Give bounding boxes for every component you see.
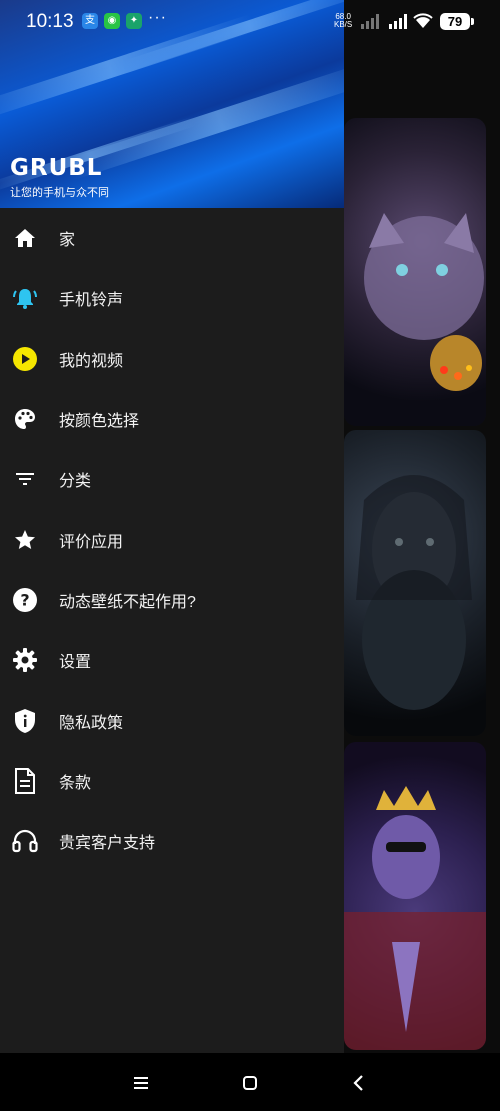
network-speed: 68.0 KB/S <box>334 13 352 29</box>
brand-logo: GRUBL <box>10 155 103 181</box>
menu-item-label: 评价应用 <box>59 533 124 551</box>
king-wallpaper-art <box>344 786 486 1050</box>
alipay-icon: 支 <box>82 13 98 29</box>
help-circle-icon: ? <box>12 587 38 613</box>
menu-item-ringtones[interactable]: 手机铃声 <box>0 268 344 328</box>
status-bar: 10:13 支 ◉ ✦ ··· 68.0 KB/S 79 <box>0 0 500 44</box>
home-icon <box>12 225 38 251</box>
signal-sim1-icon <box>389 14 407 29</box>
menu-item-label: 按颜色选择 <box>59 413 140 431</box>
battery-indicator: 79 <box>440 13 474 30</box>
menu-item-by-color[interactable]: 按颜色选择 <box>0 389 344 449</box>
menu-item-categories[interactable]: 分类 <box>0 449 344 509</box>
status-time: 10:13 <box>26 11 74 32</box>
svg-text:?: ? <box>20 590 29 609</box>
wifi-icon <box>413 13 433 28</box>
back-icon[interactable] <box>348 1072 370 1094</box>
china-mobile-icon: ✦ <box>126 13 142 29</box>
menu-item-label: 手机铃声 <box>59 292 124 310</box>
menu-item-label: 设置 <box>59 654 92 672</box>
menu-item-terms[interactable]: 条款 <box>0 751 344 811</box>
net-speed-unit: KB/S <box>334 20 353 29</box>
menu-item-label: 家 <box>59 232 76 250</box>
system-navigation-bar <box>0 1053 500 1111</box>
headset-icon <box>12 828 38 854</box>
menu-item-my-videos[interactable]: 我的视频 <box>0 329 344 389</box>
menu-icon[interactable] <box>130 1072 152 1094</box>
menu-item-privacy-policy[interactable]: 隐私政策 <box>0 690 344 750</box>
play-circle-icon <box>12 346 38 372</box>
signal-sim2-icon <box>361 14 379 29</box>
menu-item-vip-support[interactable]: 贵宾客户支持 <box>0 811 344 871</box>
bell-ringing-icon <box>12 285 38 311</box>
more-notifications-icon: ··· <box>148 9 167 26</box>
menu-item-label: 我的视频 <box>59 352 124 370</box>
navigation-drawer: GRUBL 让您的手机与众不同 家 手机铃声 我的视频 按颜色选择 分类 评价应… <box>0 0 344 1053</box>
drawer-menu: 家 手机铃声 我的视频 按颜色选择 分类 评价应用 ? 动态壁纸不起作用? 设置… <box>0 208 344 871</box>
home-square-icon[interactable] <box>239 1072 261 1094</box>
warrior-wallpaper-art <box>356 475 472 710</box>
menu-item-label: 动态壁纸不起作用? <box>59 593 196 611</box>
cat-wallpaper-art <box>364 213 484 391</box>
wallpaper-card[interactable] <box>344 430 486 736</box>
menu-item-label: 分类 <box>59 473 92 491</box>
document-icon <box>12 767 38 794</box>
menu-item-rate-app[interactable]: 评价应用 <box>0 509 344 569</box>
menu-item-settings[interactable]: 设置 <box>0 630 344 690</box>
menu-item-label: 条款 <box>59 774 92 792</box>
star-icon <box>12 527 38 553</box>
shield-info-icon <box>12 708 38 734</box>
wallpaper-card[interactable] <box>344 118 486 426</box>
brand-tagline: 让您的手机与众不同 <box>10 187 109 199</box>
menu-item-home[interactable]: 家 <box>0 208 344 268</box>
menu-item-label: 隐私政策 <box>59 714 124 732</box>
menu-item-label: 贵宾客户支持 <box>59 835 156 853</box>
menu-item-live-wallpaper-help[interactable]: ? 动态壁纸不起作用? <box>0 570 344 630</box>
filter-list-icon <box>12 466 38 492</box>
wallpaper-card[interactable] <box>344 742 486 1050</box>
palette-icon <box>12 406 38 432</box>
wechat-icon: ◉ <box>104 13 120 29</box>
gear-icon <box>12 647 38 673</box>
